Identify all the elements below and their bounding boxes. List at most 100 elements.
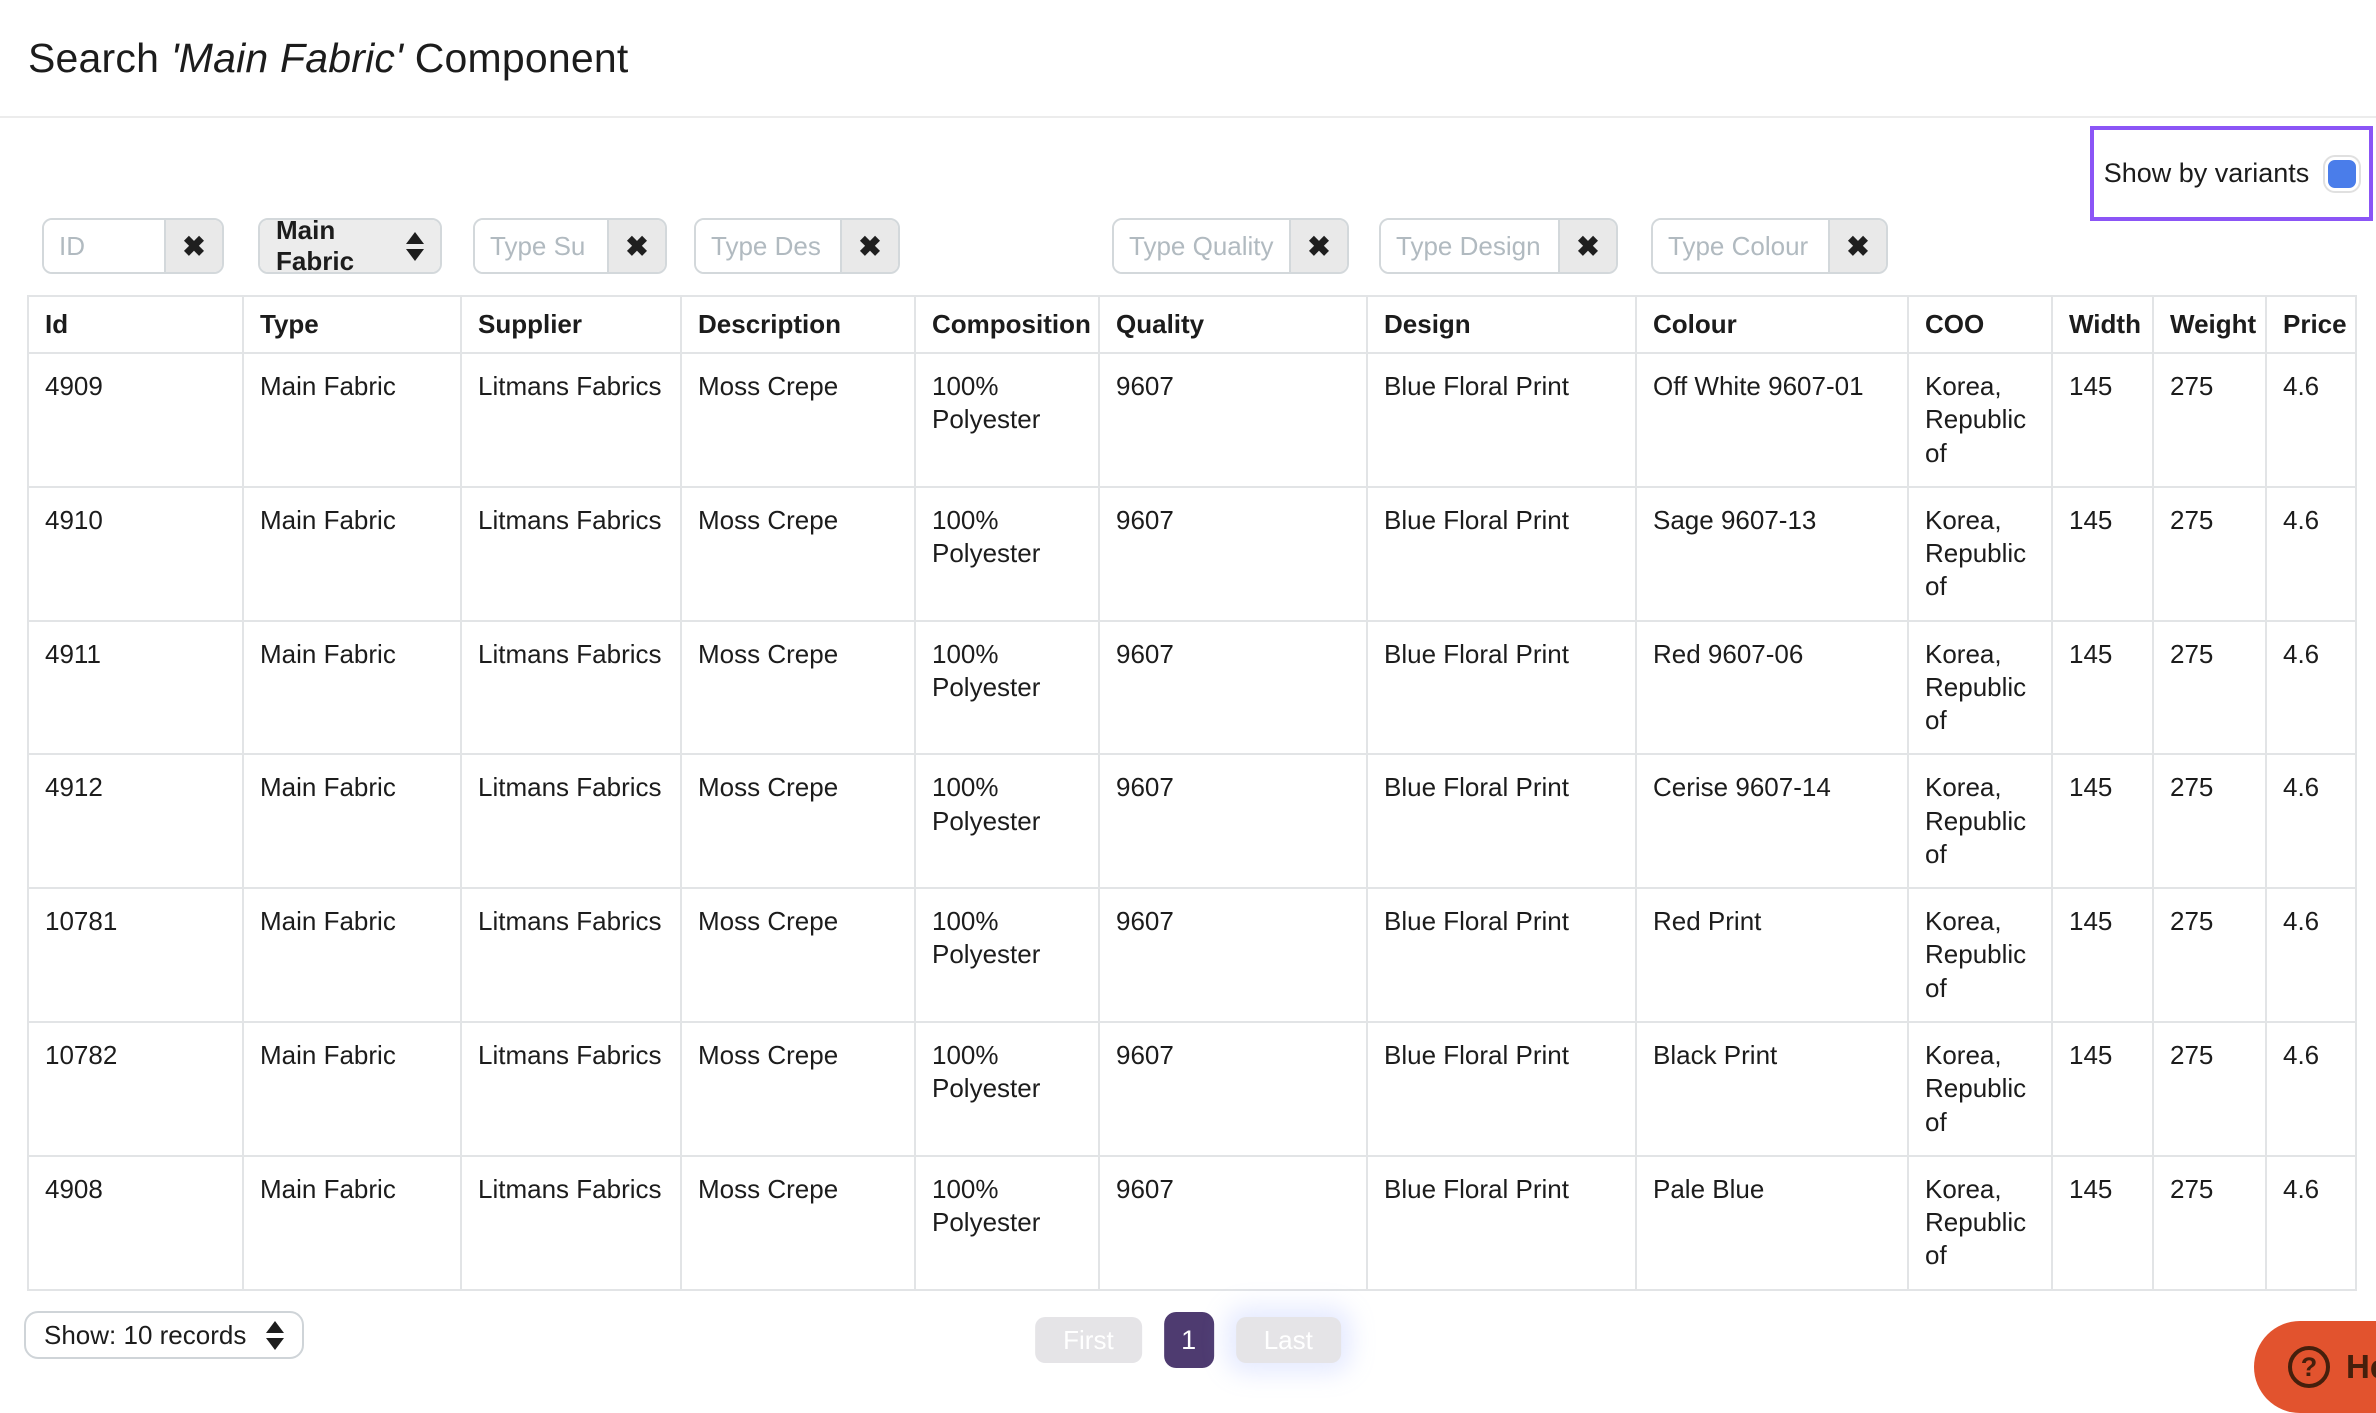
table-cell: Main Fabric xyxy=(242,753,462,890)
table-cell: 9607 xyxy=(1098,352,1368,488)
table-cell: Moss Crepe xyxy=(680,1020,916,1157)
table-cell: 4909 xyxy=(27,352,244,488)
table-cell: 10781 xyxy=(27,887,244,1023)
table-row[interactable]: 4910 Main Fabric Litmans Fabrics Moss Crepe… xyxy=(27,485,2357,622)
supplier-filter-input[interactable] xyxy=(475,220,607,272)
results-table: Id Type Supplier Description Composition Qual… xyxy=(27,295,2357,1291)
table-cell: 145 xyxy=(2051,619,2154,756)
table-cell: Moss Crepe xyxy=(680,352,916,488)
table-cell: Litmans Fabrics xyxy=(460,1020,682,1157)
quality-filter-input[interactable] xyxy=(1114,220,1289,272)
table-cell: 145 xyxy=(2051,1154,2154,1291)
table-cell: Main Fabric xyxy=(242,1154,462,1291)
table-cell: 4.6 xyxy=(2265,1020,2357,1157)
table-cell: Blue Floral Print xyxy=(1366,1020,1637,1157)
description-filter-input[interactable] xyxy=(696,220,840,272)
table-cell: Sage 9607-13 xyxy=(1635,485,1909,622)
column-header: Supplier xyxy=(460,295,682,354)
table-cell: 4.6 xyxy=(2265,619,2357,756)
column-header: Quality xyxy=(1098,295,1368,354)
id-filter-input[interactable] xyxy=(44,220,164,272)
clear-id-filter-icon[interactable]: ✖ xyxy=(164,220,222,272)
table-cell: Blue Floral Print xyxy=(1366,619,1637,756)
column-header: Design xyxy=(1366,295,1637,354)
table-cell: 4.6 xyxy=(2265,352,2357,488)
clear-description-filter-icon[interactable]: ✖ xyxy=(840,220,898,272)
table-cell: 145 xyxy=(2051,1020,2154,1157)
table-cell: Moss Crepe xyxy=(680,1154,916,1291)
table-cell: Korea, Republic of xyxy=(1907,887,2053,1023)
page-title-suffix: Component xyxy=(403,34,629,81)
column-header: Description xyxy=(680,295,916,354)
table-cell: Korea, Republic of xyxy=(1907,352,2053,488)
table-body: 4909 Main Fabric Litmans Fabrics Moss Crepe… xyxy=(27,352,2357,1291)
table-cell: Main Fabric xyxy=(242,485,462,622)
records-per-page-label: Show: 10 records xyxy=(44,1319,247,1350)
table-row[interactable]: 10781 Main Fabric Litmans Fabrics Moss Crep… xyxy=(27,887,2357,1023)
table-cell: 4.6 xyxy=(2265,485,2357,622)
show-by-variants-checkbox[interactable] xyxy=(2325,156,2360,191)
filter-group-description: ✖ xyxy=(694,218,900,274)
design-filter-input[interactable] xyxy=(1381,220,1558,272)
table-cell: 4911 xyxy=(27,619,244,756)
table-cell: 9607 xyxy=(1098,619,1368,756)
table-cell: 275 xyxy=(2152,352,2267,488)
show-by-variants-highlight-box: Show by variants xyxy=(2090,126,2373,221)
table-row[interactable]: 4911 Main Fabric Litmans Fabrics Moss Crepe… xyxy=(27,619,2357,756)
table-cell: 100% Polyester xyxy=(914,753,1100,890)
column-header: Id xyxy=(27,295,244,354)
type-filter-select[interactable]: Main Fabric xyxy=(260,220,440,272)
table-cell: 4.6 xyxy=(2265,1154,2357,1291)
table-cell: 9607 xyxy=(1098,1020,1368,1157)
pagination-first-button[interactable]: First xyxy=(1035,1317,1142,1363)
filter-group-id: ✖ xyxy=(42,218,224,274)
table-cell: Blue Floral Print xyxy=(1366,887,1637,1023)
table-cell: 100% Polyester xyxy=(914,619,1100,756)
pagination: First 1 Last xyxy=(1035,1312,1341,1368)
table-cell: 100% Polyester xyxy=(914,1154,1100,1291)
select-arrows-icon xyxy=(406,231,424,261)
select-arrows-icon xyxy=(266,1320,285,1350)
table-cell: 100% Polyester xyxy=(914,485,1100,622)
colour-filter-input[interactable] xyxy=(1653,220,1828,272)
column-header: Type xyxy=(242,295,462,354)
filter-group-quality: ✖ xyxy=(1112,218,1349,274)
column-header: Weight xyxy=(2152,295,2267,354)
table-cell: Moss Crepe xyxy=(680,619,916,756)
table-cell: 4.6 xyxy=(2265,753,2357,890)
help-button[interactable]: ? Help xyxy=(2254,1321,2376,1413)
clear-quality-filter-icon[interactable]: ✖ xyxy=(1289,220,1347,272)
table-cell: 10782 xyxy=(27,1020,244,1157)
table-cell: Korea, Republic of xyxy=(1907,619,2053,756)
table-cell: Litmans Fabrics xyxy=(460,352,682,488)
table-row[interactable]: 4908 Main Fabric Litmans Fabrics Moss Crepe… xyxy=(27,1154,2357,1291)
table-cell: Blue Floral Print xyxy=(1366,1154,1637,1291)
help-button-label: Help xyxy=(2346,1348,2376,1385)
table-cell: Moss Crepe xyxy=(680,753,916,890)
table-cell: Korea, Republic of xyxy=(1907,1020,2053,1157)
table-row[interactable]: 10782 Main Fabric Litmans Fabrics Moss Crep… xyxy=(27,1020,2357,1157)
question-mark-icon: ? xyxy=(2288,1346,2330,1388)
table-cell: Litmans Fabrics xyxy=(460,753,682,890)
clear-design-filter-icon[interactable]: ✖ xyxy=(1558,220,1616,272)
type-filter-selected-value: Main Fabric xyxy=(276,218,355,274)
table-cell: Main Fabric xyxy=(242,887,462,1023)
table-cell: 145 xyxy=(2051,485,2154,622)
clear-colour-filter-icon[interactable]: ✖ xyxy=(1828,220,1886,272)
show-by-variants-label: Show by variants xyxy=(2103,158,2310,188)
clear-supplier-filter-icon[interactable]: ✖ xyxy=(607,220,665,272)
table-cell: 9607 xyxy=(1098,887,1368,1023)
table-cell: 100% Polyester xyxy=(914,352,1100,488)
table-cell: Main Fabric xyxy=(242,1020,462,1157)
records-per-page-select[interactable]: Show: 10 records xyxy=(24,1311,305,1359)
table-row[interactable]: 4912 Main Fabric Litmans Fabrics Moss Crepe… xyxy=(27,753,2357,890)
table-cell: 100% Polyester xyxy=(914,887,1100,1023)
table-cell: Black Print xyxy=(1635,1020,1909,1157)
pagination-last-button[interactable]: Last xyxy=(1235,1317,1341,1363)
table-cell: Korea, Republic of xyxy=(1907,1154,2053,1291)
table-cell: 275 xyxy=(2152,485,2267,622)
pagination-current-page[interactable]: 1 xyxy=(1163,1312,1214,1368)
page-header: Search 'Main Fabric' Component xyxy=(0,0,2376,118)
table-row[interactable]: 4909 Main Fabric Litmans Fabrics Moss Crepe… xyxy=(27,352,2357,488)
filter-group-design: ✖ xyxy=(1379,218,1618,274)
